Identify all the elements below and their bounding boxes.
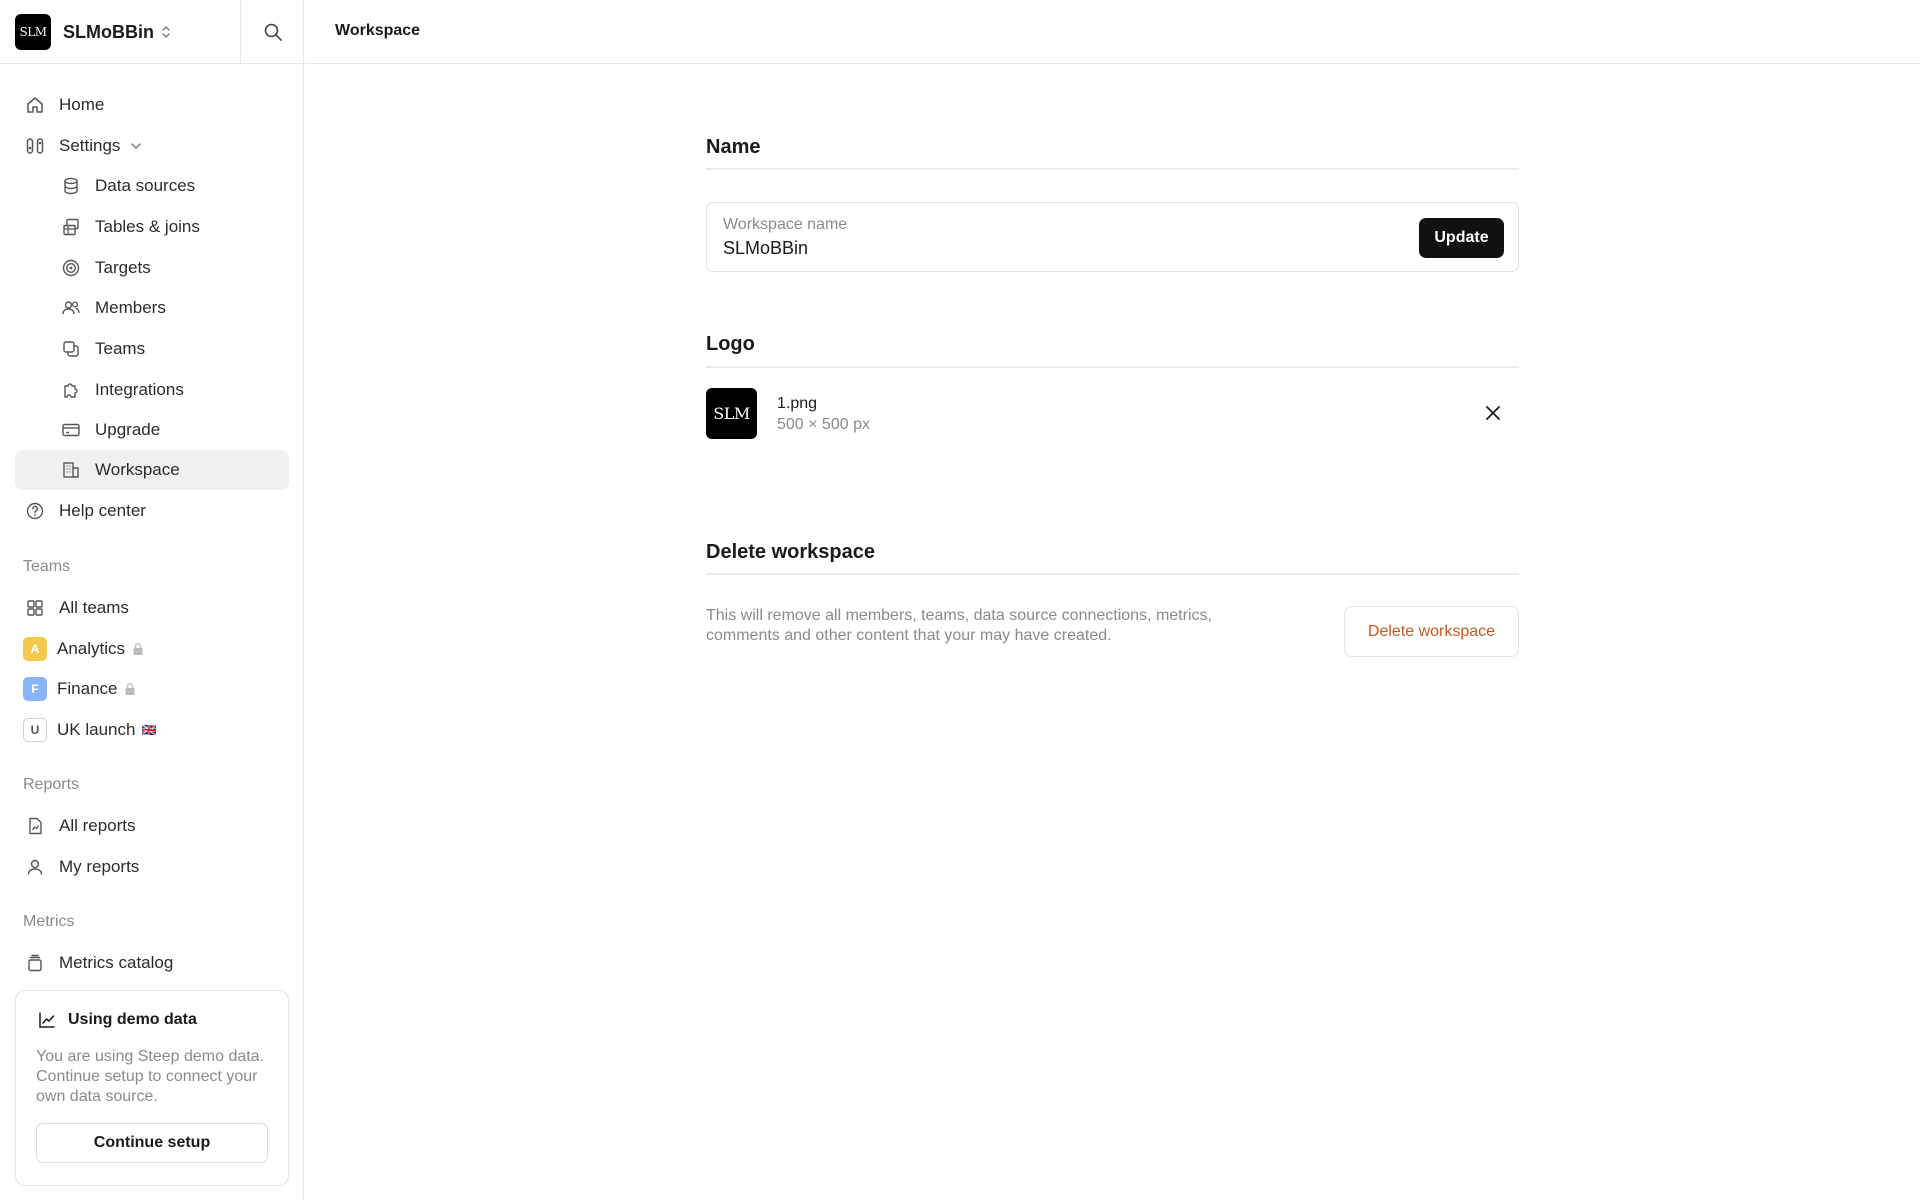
update-button[interactable]: Update <box>1419 218 1504 258</box>
target-icon <box>60 257 82 279</box>
demo-card-title-text: Using demo data <box>68 1011 197 1028</box>
workspace-bar: SLM SLMoBBin <box>0 0 304 64</box>
logo-thumbnail: SLM <box>706 388 757 439</box>
teams-item-analytics[interactable]: A Analytics <box>15 629 289 669</box>
workspace-name-card: Workspace name Update <box>706 202 1519 272</box>
settings-item-data-sources[interactable]: Data sources <box>51 166 289 206</box>
logo-section-title: Logo <box>706 333 755 355</box>
user-icon <box>24 856 46 878</box>
team-badge: U <box>23 718 47 742</box>
home-icon <box>24 94 46 116</box>
help-icon <box>24 500 46 522</box>
remove-logo-button[interactable] <box>1478 398 1508 428</box>
page-title: Workspace <box>335 22 421 39</box>
catalog-icon <box>24 952 46 974</box>
team-badge: A <box>23 637 47 661</box>
settings-icon <box>24 135 46 157</box>
metrics-item-catalog[interactable]: Metrics catalog <box>15 943 289 983</box>
delete-section-title: Delete workspace <box>706 541 875 563</box>
team-badge: F <box>23 677 47 701</box>
settings-item-teams[interactable]: Teams <box>51 329 289 369</box>
database-icon <box>60 175 82 197</box>
sidebar: SLM SLMoBBin Home Settings Data sources … <box>0 0 304 1200</box>
settings-item-label: Upgrade <box>95 420 161 439</box>
report-icon <box>24 815 46 837</box>
workspace-name-input[interactable] <box>723 238 1403 259</box>
settings-item-label: Targets <box>95 258 151 277</box>
settings-item-label: Data sources <box>95 176 196 195</box>
workspace-name-label: Workspace name <box>723 216 848 233</box>
members-icon <box>60 297 82 319</box>
team-label: All teams <box>59 598 129 617</box>
demo-card-title: Using demo data <box>38 1011 197 1029</box>
close-icon <box>1486 406 1500 420</box>
grid-icon <box>24 597 46 619</box>
nav-home[interactable]: Home <box>15 85 289 125</box>
workspace-switcher[interactable]: SLM SLMoBBin <box>15 14 172 50</box>
settings-item-label: Members <box>95 298 166 317</box>
demo-card-text: You are using Steep demo data. Continue … <box>36 1048 265 1105</box>
chevron-down-icon <box>131 143 142 149</box>
building-icon <box>60 459 82 481</box>
name-section-title: Name <box>706 136 761 158</box>
uk-flag-icon: 🇬🇧 <box>141 723 157 737</box>
tables-icon <box>60 216 82 238</box>
team-label: Finance <box>57 679 118 698</box>
settings-item-members[interactable]: Members <box>51 288 289 328</box>
lock-icon <box>133 643 143 655</box>
settings-item-workspace[interactable]: Workspace <box>15 450 289 490</box>
nav-settings-label: Settings <box>59 136 121 155</box>
teams-item-finance[interactable]: F Finance <box>15 669 289 709</box>
report-label: All reports <box>59 816 136 835</box>
logo-file-name: 1.png <box>777 395 818 412</box>
settings-item-targets[interactable]: Targets <box>51 248 289 288</box>
puzzle-icon <box>60 379 82 401</box>
credit-card-icon <box>60 419 82 441</box>
lock-icon <box>125 683 135 695</box>
search-button[interactable] <box>240 0 304 64</box>
delete-workspace-button[interactable]: Delete workspace <box>1344 606 1519 657</box>
settings-item-label: Tables & joins <box>95 217 200 236</box>
divider <box>706 168 1519 170</box>
continue-setup-button[interactable]: Continue setup <box>36 1123 268 1163</box>
reports-section-title: Reports <box>23 776 80 793</box>
metrics-label: Metrics catalog <box>59 953 174 972</box>
settings-item-label: Workspace <box>95 460 180 479</box>
nav-settings[interactable]: Settings <box>15 126 289 166</box>
logo-file-size: 500 × 500 px <box>777 416 870 433</box>
logo-file-row: SLM 1.png 500 × 500 px <box>706 388 1519 440</box>
chevron-updown-icon <box>162 26 170 38</box>
settings-item-tables-joins[interactable]: Tables & joins <box>51 207 289 247</box>
demo-data-card: Using demo data You are using Steep demo… <box>15 990 289 1186</box>
page-header: Workspace <box>305 0 1920 64</box>
teams-item-uk-launch[interactable]: U UK launch 🇬🇧 <box>15 710 289 750</box>
workspace-logo: SLM <box>15 14 51 50</box>
teams-item-all[interactable]: All teams <box>15 588 289 628</box>
team-label: UK launch <box>57 720 136 739</box>
reports-item-mine[interactable]: My reports <box>15 847 289 887</box>
settings-item-label: Teams <box>95 339 146 358</box>
teams-section-title: Teams <box>23 558 71 575</box>
delete-description: This will remove all members, teams, dat… <box>706 607 1212 644</box>
report-label: My reports <box>59 857 140 876</box>
metrics-section-title: Metrics <box>23 913 75 930</box>
teams-icon <box>60 338 82 360</box>
nav-help-label: Help center <box>59 501 146 520</box>
nav-home-label: Home <box>59 95 105 114</box>
team-label: Analytics <box>57 639 126 658</box>
settings-item-integrations[interactable]: Integrations <box>51 370 289 410</box>
divider <box>706 573 1519 575</box>
settings-item-upgrade[interactable]: Upgrade <box>51 410 289 450</box>
settings-item-label: Integrations <box>95 380 184 399</box>
nav-help-center[interactable]: Help center <box>15 491 289 531</box>
search-icon <box>264 23 282 41</box>
reports-item-all[interactable]: All reports <box>15 806 289 846</box>
line-chart-icon <box>39 1012 55 1028</box>
workspace-name: SLMoBBin <box>63 21 154 42</box>
divider <box>706 366 1519 368</box>
